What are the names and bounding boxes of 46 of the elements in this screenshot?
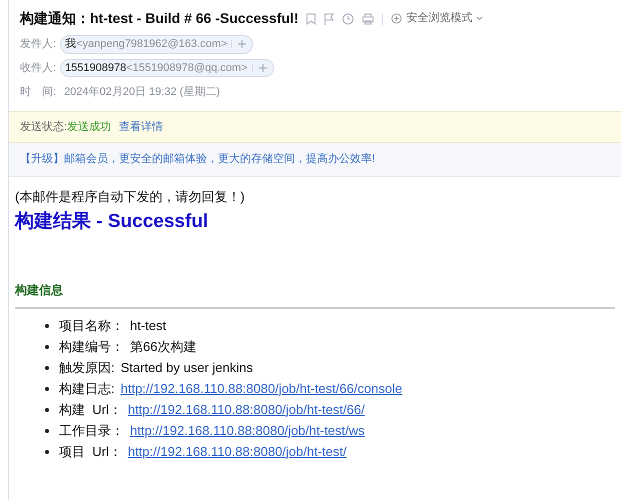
field-label: 发件人: [20, 37, 56, 52]
details-link[interactable]: 查看详情 [119, 118, 164, 135]
print-icon[interactable] [362, 12, 374, 24]
field-label: 收件人: [20, 60, 56, 76]
contact-chip[interactable]: 1551908978<1551908978@qq.com> [60, 58, 274, 77]
contact-chip[interactable]: 我<yanpeng7981962@163.com> [60, 35, 254, 54]
info-value: ht-test [130, 316, 166, 335]
info-label: 构建日志: [59, 380, 115, 398]
contact-name: 我 [65, 37, 76, 52]
safe-mode-button[interactable]: 安全浏览模式 [391, 10, 484, 27]
contact-address: <1551908978@qq.com> [126, 60, 249, 76]
sent-time: 2024年02月20日 19:32 (星期二) [64, 85, 220, 100]
build-link[interactable]: http://192.168.110.88:8080/job/ht-test/ [128, 442, 347, 462]
info-label: 构建 Url： [59, 400, 122, 419]
field-label: 时 间: [20, 85, 56, 100]
bullet-icon [45, 366, 49, 370]
chevron-down-icon [476, 16, 484, 21]
clock-icon[interactable] [342, 12, 354, 24]
bullet-icon [45, 408, 49, 412]
bookmark-icon[interactable] [306, 12, 316, 24]
build-link[interactable]: http://192.168.110.88:8080/job/ht-test/66/ [128, 400, 365, 420]
bullet-icon [45, 428, 49, 432]
bullet-icon [45, 344, 49, 348]
info-label: 项目 Url： [59, 442, 122, 461]
info-label: 项目名称： [59, 316, 124, 335]
bullet-icon [45, 386, 49, 390]
status-label: 发送状态: [20, 120, 68, 134]
contact-address: <yanpeng7981962@163.com> [76, 37, 228, 52]
contact-name: 1551908978 [65, 60, 126, 76]
build-link[interactable]: http://192.168.110.88:8080/job/ht-test/66/console [120, 378, 402, 398]
plus-icon [238, 40, 246, 48]
info-label: 构建编号： [59, 338, 124, 356]
build-link[interactable]: http://192.168.110.88:8080/job/ht-test/ws [130, 420, 365, 440]
bullet-icon [45, 450, 49, 454]
build-result-heading: 构建结果 - Successful [15, 210, 210, 234]
flag-icon[interactable] [324, 12, 334, 24]
bullet-icon [45, 324, 49, 328]
email-subject: 构建通知：ht-test - Build # 66 -Successful! [20, 9, 298, 28]
status-value: 发送成功 [67, 120, 112, 134]
auto-mail-notice: (本邮件是程序自动下发的，请勿回复！) [15, 188, 246, 206]
info-value: 第66次构建 [130, 338, 196, 356]
info-label: 工作目录： [59, 422, 124, 440]
info-value: Started by user jenkins [120, 358, 253, 377]
plus-icon [258, 64, 267, 72]
info-label: 触发原因: [59, 358, 115, 377]
section-heading: 构建信息 [15, 280, 615, 308]
